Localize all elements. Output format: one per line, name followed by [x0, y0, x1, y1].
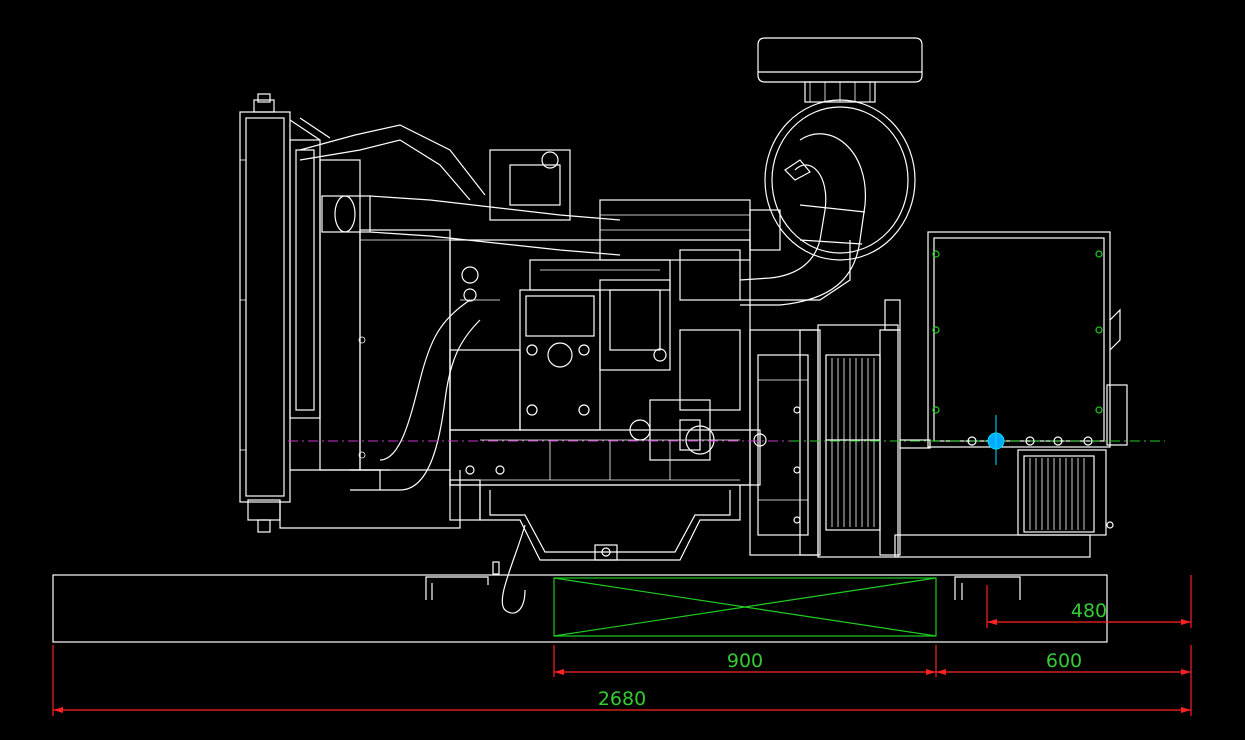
generator-set-drawing: 480 900 600 2680: [52, 37, 1192, 716]
engine-block: [449, 149, 751, 486]
dimension-overall-length: 2680: [52, 645, 1192, 716]
rail-offset-label: 480: [1071, 600, 1107, 622]
exciter-grille: [1017, 449, 1114, 536]
dimension-rail-offset: 480: [986, 575, 1192, 628]
intake-pipe: [739, 133, 866, 306]
lower-hose: [350, 299, 481, 491]
terminal-box: [927, 231, 1128, 448]
end-offset-label: 600: [1046, 650, 1082, 672]
radiator: [239, 93, 461, 533]
overall-length-label: 2680: [598, 688, 646, 710]
alternator: [817, 299, 1091, 558]
support-span-label: 900: [727, 650, 763, 672]
upper-hose: [299, 124, 621, 256]
dimension-support-span: 900 600: [553, 645, 1192, 677]
air-filter: [757, 37, 923, 261]
shaft-center-marker: [967, 415, 1093, 465]
support-block: [553, 577, 937, 637]
